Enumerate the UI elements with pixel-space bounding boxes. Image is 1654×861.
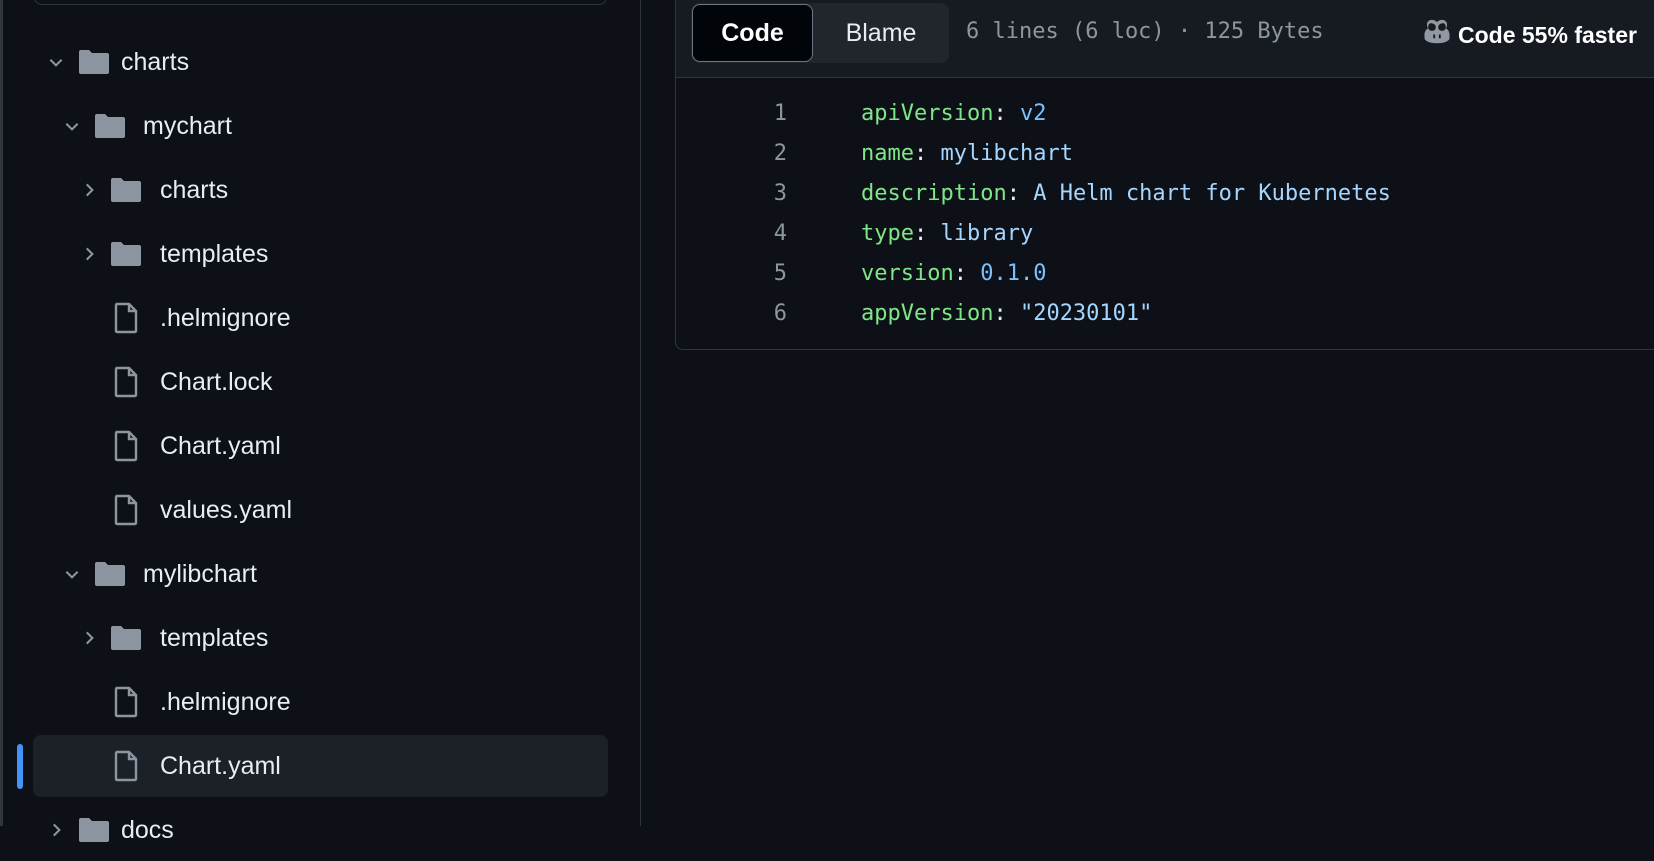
tree-folder[interactable]: charts	[33, 31, 608, 93]
sidebar-divider[interactable]	[640, 0, 641, 826]
selected-indicator	[17, 744, 23, 789]
tree-file[interactable]: .helmignore	[33, 287, 608, 349]
tree-item-label: charts	[160, 175, 229, 204]
tab-code[interactable]: Code	[692, 4, 813, 62]
file-icon	[113, 750, 145, 782]
tab-blame[interactable]: Blame	[814, 4, 948, 62]
tree-file[interactable]: Chart.lock	[33, 351, 608, 413]
tree-file[interactable]: values.yaml	[33, 479, 608, 541]
yaml-value: A Helm chart for Kubernetes	[1033, 180, 1391, 206]
yaml-key: type	[861, 220, 914, 246]
copilot-button[interactable]: Code 55% faster	[1422, 17, 1637, 53]
tree-folder[interactable]: templates	[33, 223, 608, 285]
chevron-right-icon[interactable]	[80, 245, 98, 263]
line-number[interactable]: 3	[735, 181, 787, 206]
tree-item-label: docs	[121, 815, 174, 844]
yaml-key: name	[861, 140, 914, 166]
yaml-value: v2	[1019, 100, 1047, 126]
file-icon	[113, 302, 145, 334]
yaml-value: mylibchart	[940, 140, 1073, 166]
chevron-right-icon[interactable]	[47, 821, 65, 839]
chevron-down-icon[interactable]	[63, 565, 81, 583]
tree-file[interactable]: Chart.yaml	[33, 735, 608, 797]
yaml-value: 0.1.0	[980, 260, 1047, 286]
file-viewer: Code Blame 6 lines (6 loc) · 125 Bytes C…	[675, 0, 1654, 350]
folder-icon	[110, 240, 142, 270]
tree-folder[interactable]: docs	[33, 799, 608, 861]
folder-icon	[78, 816, 110, 846]
tree-item-label: Chart.yaml	[160, 751, 281, 780]
tree-folder[interactable]: charts	[33, 159, 608, 221]
chevron-down-icon[interactable]	[63, 117, 81, 135]
tree-item-label: Chart.yaml	[160, 431, 281, 460]
line-number[interactable]: 2	[735, 141, 787, 166]
folder-open-icon	[94, 112, 126, 142]
tree-item-label: .helmignore	[160, 303, 291, 332]
yaml-key: version	[861, 260, 954, 286]
tree-item-label: templates	[160, 623, 269, 652]
tree-folder[interactable]: mylibchart	[33, 543, 608, 605]
line-number[interactable]: 4	[735, 221, 787, 246]
line-number[interactable]: 5	[735, 261, 787, 286]
file-icon	[113, 494, 145, 526]
file-icon	[113, 366, 145, 398]
copilot-text: Code 55% faster	[1458, 21, 1637, 48]
file-icon	[113, 430, 145, 462]
yaml-key: appVersion	[861, 300, 994, 326]
chevron-right-icon[interactable]	[80, 629, 98, 647]
file-meta: 6 lines (6 loc) · 125 Bytes	[966, 19, 1324, 44]
folder-icon	[110, 176, 142, 206]
tree-file[interactable]: .helmignore	[33, 671, 608, 733]
tree-item-label: Chart.lock	[160, 367, 273, 396]
chevron-right-icon[interactable]	[80, 181, 98, 199]
folder-open-icon	[78, 48, 110, 78]
yaml-key: apiVersion	[861, 100, 994, 126]
yaml-key: description	[861, 180, 1007, 206]
tree-item-label: mychart	[143, 111, 232, 140]
tree-item-label: charts	[121, 47, 190, 76]
file-icon	[113, 686, 145, 718]
tree-folder[interactable]: templates	[33, 607, 608, 669]
tree-item-label: .helmignore	[160, 687, 291, 716]
chevron-down-icon[interactable]	[47, 53, 65, 71]
yaml-value: library	[940, 220, 1034, 246]
tree-item-label: templates	[160, 239, 269, 268]
yaml-value: "20230101"	[1019, 300, 1153, 326]
tree-item-label: mylibchart	[143, 559, 257, 588]
tree-item-label: values.yaml	[160, 495, 292, 524]
window-edge	[0, 0, 3, 826]
tree-file[interactable]: Chart.yaml	[33, 415, 608, 477]
folder-open-icon	[94, 560, 126, 590]
tree-folder[interactable]: mychart	[33, 95, 608, 157]
copilot-icon	[1422, 17, 1452, 53]
file-header: Code Blame 6 lines (6 loc) · 125 Bytes C…	[676, 0, 1654, 78]
line-number[interactable]: 6	[735, 301, 787, 326]
line-number[interactable]: 1	[735, 101, 787, 126]
file-search-input[interactable]	[34, 0, 607, 5]
folder-icon	[110, 624, 142, 654]
